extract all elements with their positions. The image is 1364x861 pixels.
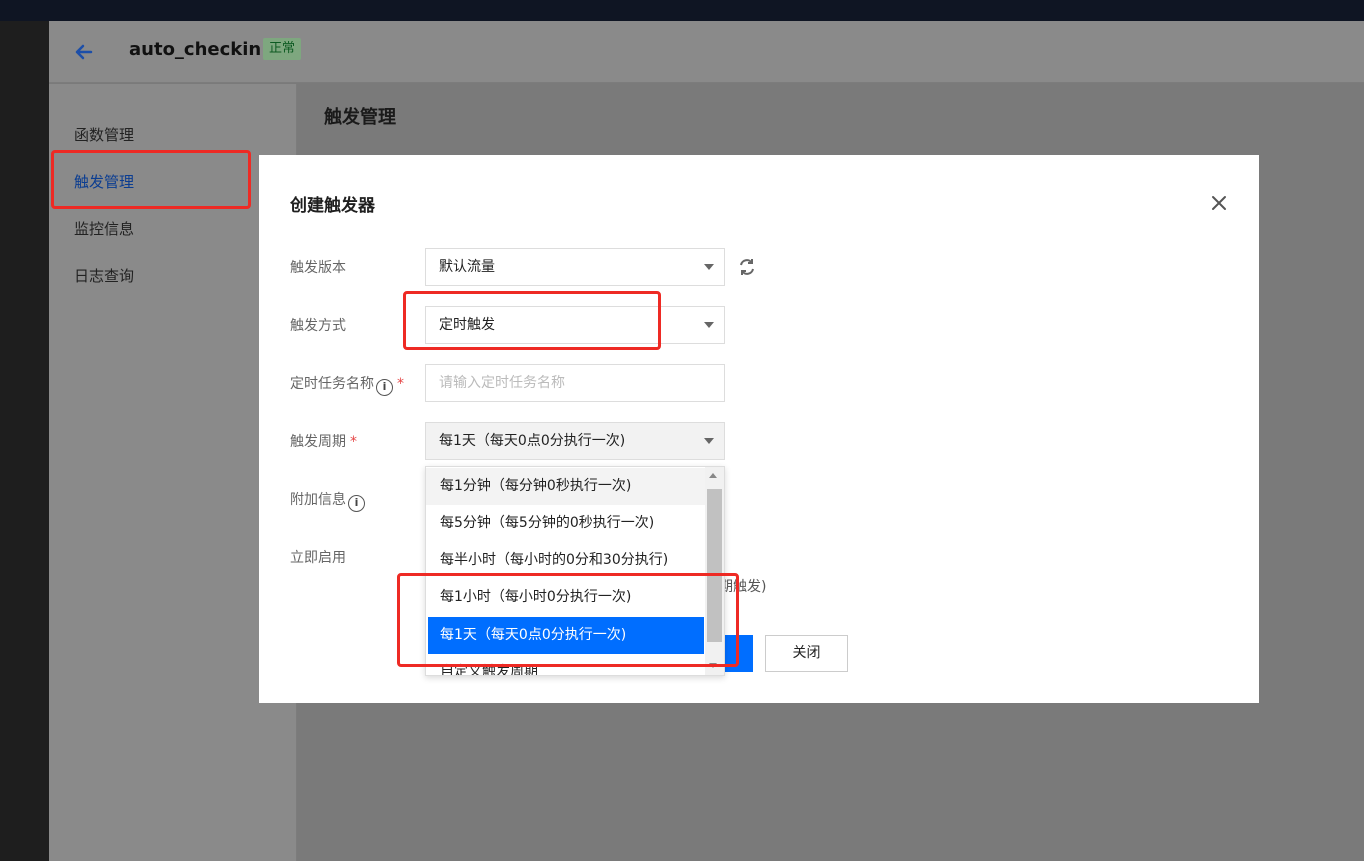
period-select-value: 每1天（每天0点0分执行一次) — [439, 433, 626, 449]
period-option[interactable]: 每1分钟（每分钟0秒执行一次) — [426, 468, 705, 505]
extra-info-label-text: 附加信息 — [290, 492, 346, 508]
period-option[interactable]: 每5分钟（每5分钟的0秒执行一次) — [426, 505, 705, 542]
period-label: 触发周期 * — [290, 431, 357, 451]
method-select-value: 定时触发 — [439, 317, 495, 333]
period-label-text: 触发周期 — [290, 434, 346, 450]
version-select-value: 默认流量 — [439, 259, 495, 275]
required-mark: * — [350, 434, 357, 450]
version-select[interactable]: 默认流量 — [425, 248, 725, 286]
page-title: 触发管理 — [324, 107, 396, 128]
sidebar-item-functions[interactable]: 函数管理 — [74, 124, 134, 145]
status-badge: 正常 — [263, 38, 302, 60]
dropdown-scroll-thumb[interactable] — [707, 489, 722, 642]
chevron-down-icon — [704, 438, 714, 444]
scroll-up-icon[interactable] — [709, 473, 717, 478]
period-select[interactable]: 每1天（每天0点0分执行一次) — [425, 422, 725, 460]
task-name-input[interactable]: 请输入定时任务名称 — [425, 364, 725, 402]
top-bar — [0, 0, 1364, 21]
chevron-down-icon — [704, 264, 714, 270]
refresh-icon[interactable] — [737, 257, 757, 277]
period-option[interactable]: 每半小时（每小时的0分和30分执行) — [426, 542, 705, 579]
close-button[interactable]: 关闭 — [765, 635, 848, 672]
task-name-label: 定时任务名称 i * — [290, 373, 404, 396]
sidebar-item-triggers[interactable]: 触发管理 — [74, 171, 134, 192]
sidebar-item-logs[interactable]: 日志查询 — [74, 265, 134, 286]
extra-info-label: 附加信息 i — [290, 489, 365, 512]
period-option[interactable]: 每1小时（每小时0分执行一次) — [426, 579, 705, 616]
method-select[interactable]: 定时触发 — [425, 306, 725, 344]
method-label: 触发方式 — [290, 318, 346, 334]
task-name-label-text: 定时任务名称 — [290, 376, 374, 392]
task-name-placeholder: 请输入定时任务名称 — [439, 375, 565, 391]
arrow-left-icon[interactable] — [71, 39, 97, 65]
page-header: auto_checkin 正常 — [49, 21, 1364, 83]
version-label: 触发版本 — [290, 260, 346, 276]
required-mark: * — [397, 376, 404, 392]
period-dropdown: 每1分钟（每分钟0秒执行一次) 每5分钟（每5分钟的0秒执行一次) 每半小时（每… — [425, 466, 725, 676]
create-trigger-modal: 创建触发器 触发版本 默认流量 触发方式 定时触发 定时任务名称 i * 请输入定时… — [259, 155, 1259, 703]
enable-hint-text: 期触发) — [719, 579, 767, 595]
period-option-selected[interactable]: 每1天（每天0点0分执行一次) — [428, 617, 704, 654]
sidebar-item-monitoring[interactable]: 监控信息 — [74, 218, 134, 239]
enable-now-label: 立即启用 — [290, 550, 346, 566]
close-icon[interactable] — [1205, 189, 1233, 217]
scroll-down-icon[interactable] — [709, 663, 717, 668]
info-icon[interactable]: i — [376, 379, 393, 396]
period-option[interactable]: 自定义触发周期 — [426, 654, 705, 675]
function-name: auto_checkin — [129, 39, 262, 60]
left-rail — [0, 21, 49, 861]
info-icon[interactable]: i — [348, 495, 365, 512]
chevron-down-icon — [704, 322, 714, 328]
modal-title: 创建触发器 — [290, 196, 375, 216]
